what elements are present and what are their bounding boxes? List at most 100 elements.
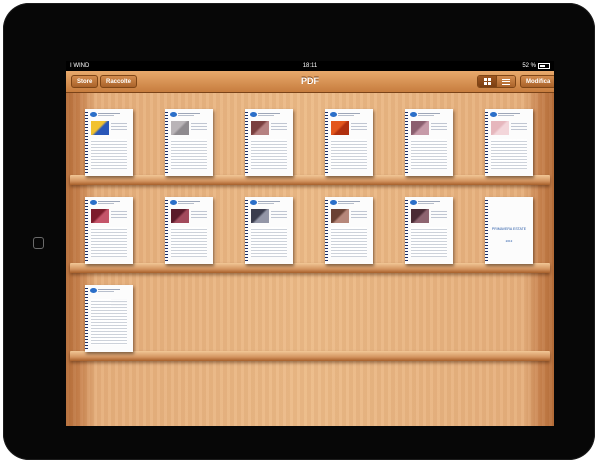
spec-table bbox=[491, 139, 527, 169]
pdf-book[interactable] bbox=[245, 109, 293, 176]
brand-logo-icon bbox=[90, 288, 97, 293]
spec-lines bbox=[431, 123, 447, 124]
spec-table bbox=[251, 227, 287, 257]
fabric-swatch bbox=[91, 121, 109, 135]
fabric-swatch bbox=[251, 209, 269, 223]
doc-header-line bbox=[338, 203, 354, 204]
doc-header-line bbox=[178, 115, 194, 116]
shelf bbox=[70, 263, 550, 273]
pdf-book[interactable] bbox=[85, 197, 133, 264]
doc-header-line bbox=[498, 115, 514, 116]
spec-table bbox=[91, 227, 127, 257]
pdf-book[interactable] bbox=[405, 197, 453, 264]
battery-percent: 52 % bbox=[522, 63, 536, 69]
doc-header-line bbox=[418, 203, 434, 204]
spec-lines bbox=[111, 211, 127, 212]
battery-indicator: 52 % bbox=[522, 61, 550, 71]
pdf-book[interactable] bbox=[165, 197, 213, 264]
list-icon bbox=[502, 78, 510, 85]
clock: 18:11 bbox=[302, 63, 318, 69]
doc-header-line bbox=[178, 201, 200, 202]
spec-table bbox=[171, 227, 207, 257]
spec-lines bbox=[111, 123, 127, 124]
spec-table bbox=[411, 227, 447, 257]
brand-logo-icon bbox=[330, 112, 337, 117]
spec-lines bbox=[351, 123, 367, 124]
doc-header-line bbox=[98, 113, 120, 114]
bookshelf: PRIMAVERA ESTATE 2013 bbox=[66, 93, 554, 426]
spec-table bbox=[331, 139, 367, 169]
shelf bbox=[70, 175, 550, 185]
doc-header-line bbox=[98, 115, 114, 116]
doc-header-line bbox=[338, 201, 360, 202]
brand-logo-icon bbox=[410, 112, 417, 117]
doc-header-line bbox=[98, 289, 120, 290]
doc-header-line bbox=[258, 201, 280, 202]
pdf-book[interactable] bbox=[85, 109, 133, 176]
brand-logo-icon bbox=[250, 112, 257, 117]
spec-lines bbox=[351, 211, 367, 212]
fabric-swatch bbox=[331, 121, 349, 135]
cover-year: 2013 bbox=[505, 239, 513, 243]
fabric-swatch bbox=[251, 121, 269, 135]
pdf-book[interactable]: PRIMAVERA ESTATE 2013 bbox=[485, 197, 533, 264]
battery-icon bbox=[538, 63, 550, 69]
brand-logo-icon bbox=[490, 112, 497, 117]
list-view-button[interactable] bbox=[496, 76, 515, 87]
doc-header-line bbox=[98, 201, 120, 202]
doc-header-line bbox=[178, 203, 194, 204]
grid-view-button[interactable] bbox=[478, 76, 496, 87]
spec-table bbox=[91, 299, 127, 345]
pdf-book[interactable] bbox=[85, 285, 133, 352]
doc-header-line bbox=[178, 113, 200, 114]
shelf bbox=[70, 351, 550, 361]
ipad-frame: I WIND 18:11 52 % Store Raccolte PDF Mod… bbox=[3, 3, 595, 460]
doc-header-line bbox=[418, 115, 434, 116]
pdf-book[interactable] bbox=[485, 109, 533, 176]
doc-header-line bbox=[498, 113, 520, 114]
pdf-book[interactable] bbox=[325, 197, 373, 264]
navigation-bar: Store Raccolte PDF Modifica bbox=[66, 71, 554, 93]
pdf-book[interactable] bbox=[325, 109, 373, 176]
brand-logo-icon bbox=[250, 200, 257, 205]
grid-icon bbox=[483, 78, 491, 85]
doc-header-line bbox=[98, 291, 114, 292]
spec-lines bbox=[271, 211, 287, 212]
cover-title: PRIMAVERA ESTATE bbox=[491, 227, 527, 231]
spec-lines bbox=[191, 123, 207, 124]
fabric-swatch bbox=[411, 209, 429, 223]
doc-header-line bbox=[98, 203, 114, 204]
fabric-swatch bbox=[411, 121, 429, 135]
doc-header-line bbox=[338, 115, 354, 116]
brand-logo-icon bbox=[170, 200, 177, 205]
spec-lines bbox=[431, 211, 447, 212]
spec-table bbox=[411, 139, 447, 169]
spec-lines bbox=[191, 211, 207, 212]
spec-lines bbox=[511, 123, 527, 124]
view-mode-toggle bbox=[477, 75, 516, 88]
brand-logo-icon bbox=[330, 200, 337, 205]
pdf-book[interactable] bbox=[165, 109, 213, 176]
brand-logo-icon bbox=[90, 200, 97, 205]
doc-header-line bbox=[418, 113, 440, 114]
screen: I WIND 18:11 52 % Store Raccolte PDF Mod… bbox=[66, 61, 554, 426]
doc-header-line bbox=[258, 203, 274, 204]
spec-table bbox=[331, 227, 367, 257]
brand-logo-icon bbox=[90, 112, 97, 117]
brand-logo-icon bbox=[410, 200, 417, 205]
spec-table bbox=[171, 139, 207, 169]
fabric-swatch bbox=[171, 121, 189, 135]
doc-header-line bbox=[418, 201, 440, 202]
pdf-book[interactable] bbox=[245, 197, 293, 264]
doc-header-line bbox=[258, 115, 274, 116]
spec-table bbox=[251, 139, 287, 169]
fabric-swatch bbox=[91, 209, 109, 223]
status-bar: I WIND 18:11 52 % bbox=[66, 61, 554, 71]
spec-table bbox=[91, 139, 127, 169]
home-button[interactable] bbox=[33, 237, 44, 249]
brand-logo-icon bbox=[170, 112, 177, 117]
doc-header-line bbox=[258, 113, 280, 114]
doc-header-line bbox=[338, 113, 360, 114]
modifica-button[interactable]: Modifica bbox=[520, 75, 554, 88]
pdf-book[interactable] bbox=[405, 109, 453, 176]
